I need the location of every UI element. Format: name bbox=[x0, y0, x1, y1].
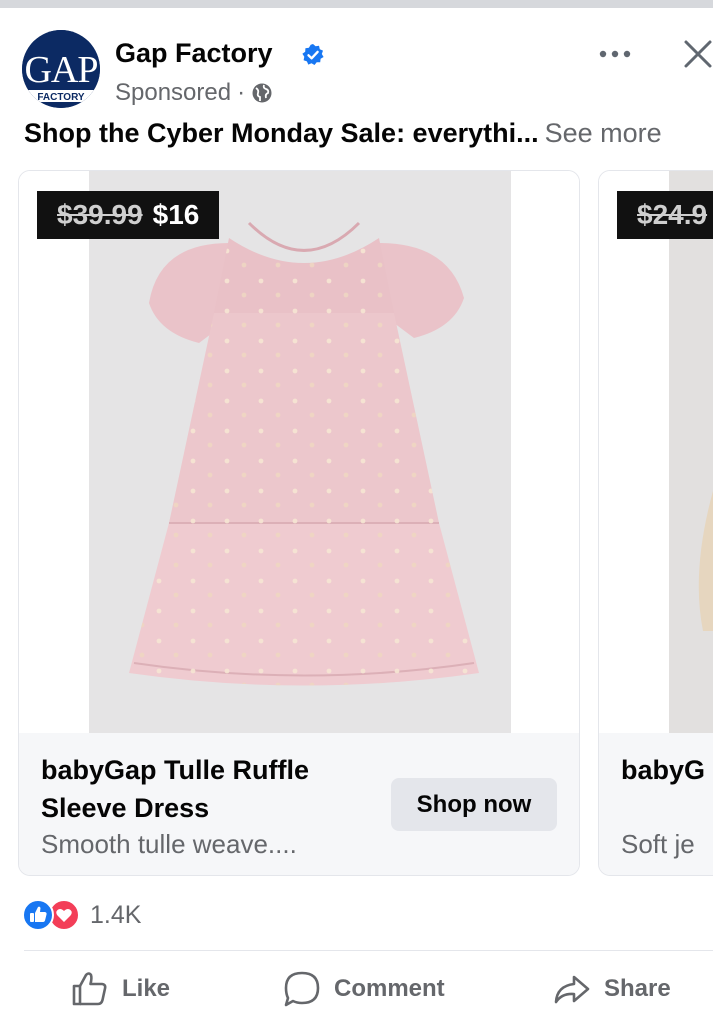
page-avatar[interactable]: GAP FACTORY bbox=[22, 30, 100, 108]
hide-post-button[interactable] bbox=[678, 34, 713, 74]
carousel-card[interactable]: $39.99 $16 babyGap Tulle Ruffle Sleeve D… bbox=[18, 170, 580, 876]
close-icon bbox=[684, 40, 712, 68]
share-label: Share bbox=[604, 975, 671, 1002]
gap-factory-logo: GAP FACTORY bbox=[22, 30, 100, 108]
thumbs-up-icon bbox=[72, 972, 107, 1006]
price-tag: $39.99 $16 bbox=[37, 191, 220, 239]
original-price: $39.99 bbox=[57, 199, 143, 230]
globe-icon bbox=[252, 83, 272, 103]
more-dots-icon bbox=[599, 50, 631, 58]
logo-text-top: GAP bbox=[24, 49, 97, 91]
like-label: Like bbox=[122, 975, 171, 1002]
actions-divider bbox=[24, 950, 713, 951]
see-more-link[interactable]: See more bbox=[545, 118, 662, 148]
reaction-count[interactable]: 1.4K bbox=[90, 901, 141, 930]
share-button[interactable]: Share bbox=[552, 960, 671, 1018]
post-actions-bar: Like Comment Share bbox=[0, 960, 713, 1018]
comment-bubble-icon bbox=[284, 971, 320, 1007]
like-button[interactable]: Like bbox=[70, 960, 170, 1018]
post-message: Shop the Cyber Monday Sale: everythi... bbox=[24, 118, 539, 148]
beige-garment-image bbox=[698, 491, 713, 631]
product-description: Soft je bbox=[621, 829, 695, 859]
card-footer: babyG Story Soft je bbox=[599, 733, 713, 875]
comment-button[interactable]: Comment bbox=[282, 960, 445, 1018]
original-price: $24.9 bbox=[637, 199, 708, 230]
product-image[interactable]: $24.9 bbox=[599, 171, 713, 733]
carousel-card[interactable]: $24.9 babyG Story Soft je bbox=[598, 170, 713, 876]
product-carousel[interactable]: $39.99 $16 babyGap Tulle Ruffle Sleeve D… bbox=[0, 170, 713, 876]
price-tag: $24.9 bbox=[617, 191, 713, 239]
sale-price: $16 bbox=[152, 199, 200, 230]
sponsored-row: Sponsored · bbox=[115, 79, 273, 107]
comment-label: Comment bbox=[334, 975, 445, 1002]
card-footer: babyGap Tulle Ruffle Sleeve Dress Smooth… bbox=[19, 733, 579, 875]
sponsored-label[interactable]: Sponsored bbox=[115, 79, 231, 107]
post-header: GAP FACTORY Gap Factory Sponsored · bbox=[0, 8, 713, 118]
product-title[interactable]: babyG Story bbox=[621, 751, 713, 789]
sponsored-separator: · bbox=[237, 79, 246, 106]
shop-now-button[interactable]: Shop now bbox=[391, 778, 557, 831]
pink-tulle-dress-image bbox=[129, 221, 479, 686]
reaction-icons bbox=[22, 899, 84, 931]
verified-badge-icon bbox=[302, 44, 324, 65]
like-reaction-icon bbox=[22, 899, 54, 931]
reactions-summary[interactable]: 1.4K bbox=[22, 898, 141, 932]
share-arrow-icon bbox=[554, 975, 590, 1004]
post-text: Shop the Cyber Monday Sale: everythi... S… bbox=[24, 118, 662, 149]
page-name[interactable]: Gap Factory bbox=[115, 38, 273, 69]
more-options-button[interactable] bbox=[595, 34, 635, 74]
product-image[interactable]: $39.99 $16 bbox=[19, 171, 579, 733]
logo-text-bottom: FACTORY bbox=[37, 92, 85, 103]
top-divider-strip bbox=[0, 0, 713, 8]
product-description: Smooth tulle weave.... bbox=[41, 829, 297, 859]
product-title[interactable]: babyGap Tulle Ruffle Sleeve Dress bbox=[41, 751, 381, 827]
